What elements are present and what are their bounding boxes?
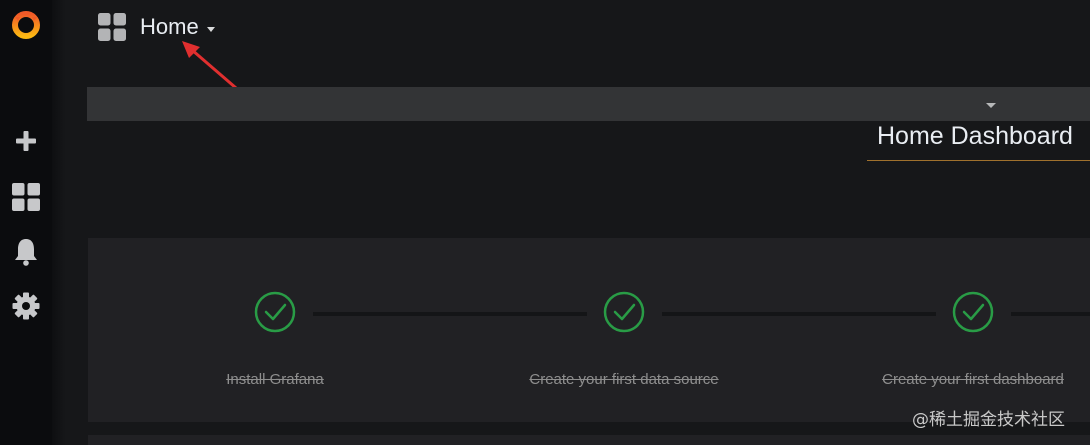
plus-icon[interactable] bbox=[10, 125, 42, 157]
grafana-logo[interactable] bbox=[10, 8, 42, 40]
getting-started-panel bbox=[88, 238, 1090, 422]
bell-icon[interactable] bbox=[10, 236, 42, 268]
check-circle-icon bbox=[603, 291, 645, 333]
step-connector bbox=[1011, 312, 1090, 316]
check-circle-icon bbox=[952, 291, 994, 333]
dashboards-icon[interactable] bbox=[10, 181, 42, 213]
dashboards-icon bbox=[98, 13, 126, 41]
next-panel bbox=[88, 435, 1090, 445]
caret-down-icon bbox=[206, 26, 215, 32]
dashboard-title: Home Dashboard bbox=[867, 120, 1090, 161]
dashboard-title-text: Home Dashboard bbox=[877, 122, 1073, 150]
step-create-data-source-link[interactable]: Create your first data source bbox=[529, 371, 718, 388]
gear-icon[interactable] bbox=[10, 290, 42, 322]
watermark: @稀土掘金技术社区 bbox=[912, 410, 1065, 430]
check-circle-icon bbox=[254, 291, 296, 333]
annotation-arrow bbox=[182, 41, 238, 90]
sidebar bbox=[0, 0, 52, 445]
step-install-grafana-link[interactable]: Install Grafana bbox=[226, 371, 324, 388]
step-connector bbox=[313, 312, 587, 316]
step-create-dashboard-link[interactable]: Create your first dashboard bbox=[882, 371, 1064, 388]
step-connector bbox=[662, 312, 936, 316]
sidebar-shadow bbox=[52, 0, 66, 445]
dashboard-picker-label: Home bbox=[140, 14, 199, 39]
caret-down-icon[interactable] bbox=[986, 103, 996, 108]
dashboard-search-bar[interactable] bbox=[87, 87, 1090, 121]
